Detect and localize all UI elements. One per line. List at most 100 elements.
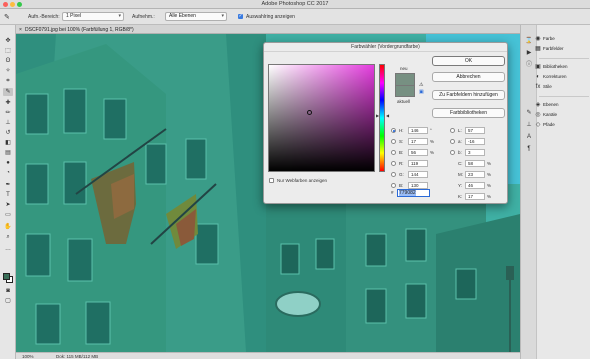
red-radio[interactable] [391,161,396,166]
hue-unit: ° [430,128,432,133]
brightness-field[interactable]: 56 [408,149,428,156]
options-bar: ✎ Aufn.-Bereich: 1 Pixel Aufnehm.: Alle … [0,9,590,25]
brush-panel-icon[interactable]: ✎ [525,109,533,117]
close-tab-icon[interactable]: × [19,27,22,33]
lasso-tool-icon[interactable]: ʘ [3,57,13,65]
move-tool-icon[interactable]: ✥ [3,37,13,45]
zoom-tool-icon[interactable]: ⌕ [3,233,13,241]
hue-radio[interactable] [391,128,396,133]
adjustments-panel-icon: ◐ [536,74,540,80]
lab-b-radio[interactable] [450,150,455,155]
document-info[interactable]: Dok: 115 MB/112 MB [56,354,98,359]
lab-a-label: a: [458,139,462,144]
sample-size-select[interactable]: 1 Pixel [62,12,124,21]
slider-handle-right-icon[interactable]: ◀ [386,113,389,118]
clone-stamp-tool-icon[interactable]: ⊥ [3,119,13,127]
panel-channels-label: Kanäle [543,112,558,117]
slider-handle-left-icon[interactable]: ▶ [376,113,379,118]
eyedropper-tool-icon[interactable]: ✎ [3,88,13,96]
black-field[interactable]: 17 [465,193,485,200]
cancel-button[interactable]: Abbrechen [432,72,505,82]
screen-mode-icon[interactable]: ▢ [3,297,13,305]
web-colors-checkbox[interactable] [269,178,274,183]
eyedropper-preset-icon[interactable]: ✎ [4,13,10,21]
panel-color[interactable]: ◉ Farbe [535,35,554,43]
add-to-swatches-button[interactable]: Zu Farbfeldern hinzufügen [432,90,505,100]
paragraph-panel-icon[interactable]: ¶ [525,145,533,153]
info-panel-icon[interactable]: ⓘ [525,61,533,69]
panel-styles[interactable]: fx Stile [536,83,552,91]
blue-radio[interactable] [391,183,396,188]
web-safe-cube-icon[interactable]: ▣ [419,89,424,95]
panel-layers[interactable]: ◈ Ebenen [536,101,559,109]
cyan-label: C: [458,161,463,166]
ok-button[interactable]: OK [432,56,505,66]
swatches-panel-icon: ▦ [535,46,541,52]
hex-label: # [391,190,394,195]
saturation-field[interactable]: 17 [408,138,428,145]
healing-brush-tool-icon[interactable]: ✚ [3,99,13,107]
cyan-field[interactable]: 58 [465,160,485,167]
show-ring-label: Auswahlring anzeigen [246,14,295,20]
magenta-field[interactable]: 23 [465,171,485,178]
saturation-label: S: [399,139,404,144]
blur-tool-icon[interactable]: ● [3,159,13,167]
red-field[interactable]: 119 [408,160,428,167]
history-brush-tool-icon[interactable]: ↺ [3,129,13,137]
foreground-color-swatch[interactable] [3,273,10,280]
hex-field[interactable]: 779082 [397,189,430,197]
gamut-warning-icon[interactable]: ⚠ [419,82,423,88]
blue-field[interactable]: 130 [408,182,428,189]
lab-b-field[interactable]: 3 [465,149,485,156]
lab-l-radio[interactable] [450,128,455,133]
clone-source-icon[interactable]: ⊥ [525,121,533,129]
hue-slider[interactable]: ▶ ◀ [376,64,389,172]
red-label: R: [399,161,404,166]
show-ring-checkbox[interactable] [238,13,243,19]
actions-panel-icon[interactable]: ▶ [525,49,533,57]
quick-mask-icon[interactable]: ◙ [3,287,13,295]
marquee-tool-icon[interactable]: ⬚ [3,47,13,55]
character-panel-icon[interactable]: A [525,133,533,141]
gradient-tool-icon[interactable]: ▤ [3,149,13,157]
brightness-radio[interactable] [391,150,396,155]
panel-channels[interactable]: ◎ Kanäle [535,111,558,119]
color-sample-ring[interactable] [307,110,312,115]
panel-adjustments[interactable]: ◐ Korrekturen [536,73,566,81]
panel-libraries[interactable]: ▣ Bibliotheken [535,63,567,71]
current-color-label: aktuell [397,99,411,104]
saturation-radio[interactable] [391,139,396,144]
zoom-level[interactable]: 100% [22,354,34,359]
path-select-tool-icon[interactable]: ➤ [3,201,13,209]
color-field[interactable] [268,64,375,172]
rectangle-tool-icon[interactable]: ▭ [3,211,13,219]
libraries-panel-icon: ▣ [535,64,541,70]
quick-select-tool-icon[interactable]: ✧ [3,67,13,75]
hue-field[interactable]: 146 [408,127,428,134]
brush-tool-icon[interactable]: ✏ [3,109,13,117]
yellow-field[interactable]: 46 [465,182,485,189]
panel-paths[interactable]: ◇ Pfade [536,121,555,129]
lab-l-field[interactable]: 57 [465,127,485,134]
pen-tool-icon[interactable]: ✒ [3,181,13,189]
color-libraries-button[interactable]: Farbbibliotheken [432,108,505,118]
dodge-tool-icon[interactable]: ◔ [3,169,13,177]
green-radio[interactable] [391,172,396,177]
brightness-label: B: [399,150,404,155]
eraser-tool-icon[interactable]: ◧ [3,139,13,147]
lab-a-field[interactable]: -16 [465,138,485,145]
crop-tool-icon[interactable]: ⌗ [3,77,13,85]
history-panel-icon[interactable]: ⌛ [525,37,533,45]
lab-a-radio[interactable] [450,139,455,144]
hand-tool-icon[interactable]: ✋ [3,223,13,231]
type-tool-icon[interactable]: T [3,191,13,199]
sample-layers-select[interactable]: Alle Ebenen [165,12,227,21]
current-color-preview[interactable] [395,85,415,97]
document-tab[interactable]: × DSCF0791.jpg bei 100% (Farbfüllung 1, … [16,25,520,34]
green-field[interactable]: 144 [408,171,428,178]
panel-swatches[interactable]: ▦ Farbfelder [535,45,563,53]
panel-divider [539,96,589,97]
more-tools-icon[interactable]: … [3,245,13,253]
yellow-label: Y: [458,183,463,188]
status-bar: 100% Dok: 115 MB/112 MB [16,352,520,359]
